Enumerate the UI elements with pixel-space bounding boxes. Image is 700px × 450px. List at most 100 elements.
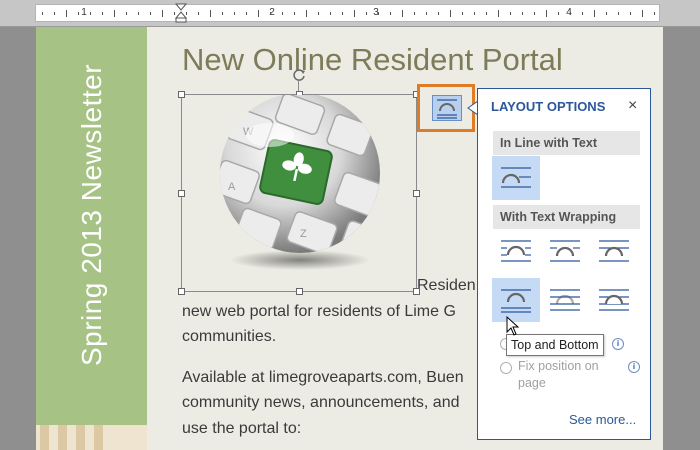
wrap-through-icon	[599, 240, 629, 262]
ruler-tick	[270, 12, 271, 15]
rotate-handle-icon[interactable]	[292, 68, 306, 82]
ruler-tick	[414, 12, 415, 15]
ruler-tick	[474, 12, 475, 15]
ruler-tick	[354, 10, 355, 17]
ruler-tick	[294, 12, 295, 15]
ruler-tick	[126, 12, 127, 15]
wrap-inline-icon	[501, 167, 531, 188]
ruler-tick	[78, 12, 79, 15]
resize-handle-left[interactable]	[178, 190, 185, 197]
resize-handle-bottom[interactable]	[296, 288, 303, 295]
ruler-tick	[246, 12, 247, 15]
paragraph-line[interactable]: use the portal to:	[182, 420, 301, 438]
resize-handle-top-left[interactable]	[178, 91, 185, 98]
ruler-tick	[198, 12, 199, 15]
ruler-tick	[90, 12, 91, 15]
ruler-tick	[162, 10, 163, 17]
ruler-tick	[654, 12, 655, 15]
wrap-tight-icon	[550, 240, 580, 262]
ruler-tick	[558, 12, 559, 15]
ruler-tick	[342, 12, 343, 15]
ruler-tick	[138, 12, 139, 15]
ruler-tick	[582, 12, 583, 15]
see-more-link[interactable]: See more...	[569, 412, 636, 427]
ruler-tick	[594, 10, 595, 17]
close-icon[interactable]: ×	[628, 97, 637, 115]
ruler-tick	[570, 12, 571, 15]
wrapping-section-header: With Text Wrapping	[493, 205, 640, 229]
wrap-behind-text-button[interactable]	[541, 278, 589, 322]
wrap-in-front-of-text-button[interactable]	[590, 278, 638, 322]
ruler-tick	[486, 12, 487, 15]
ruler-tick	[450, 10, 451, 17]
sidebar-vertical-title: Spring 2013 Newsletter	[76, 63, 107, 367]
sidebar-decoration	[36, 425, 147, 450]
ruler-tick	[210, 10, 211, 17]
ruler-tick	[642, 10, 643, 17]
tooltip: Top and Bottom	[506, 334, 604, 356]
resize-handle-right[interactable]	[413, 190, 420, 197]
ruler-tick	[630, 12, 631, 15]
paragraph-line[interactable]: Residen	[417, 277, 476, 295]
paragraph-line[interactable]: communities.	[182, 328, 276, 346]
fix-position-label[interactable]: Fix position on page	[518, 358, 618, 392]
ruler-tick	[522, 12, 523, 15]
ruler-number-2: 2	[269, 7, 275, 18]
paragraph-line[interactable]: community news, announcements, and	[182, 394, 459, 412]
ruler-tick	[66, 10, 67, 17]
ruler-tick	[330, 12, 331, 15]
indent-marker-icon[interactable]	[175, 3, 187, 23]
wrap-through-button[interactable]	[590, 229, 638, 273]
ruler-tick	[114, 10, 115, 17]
ruler-tick	[54, 12, 55, 15]
ruler-tick	[546, 10, 547, 17]
mouse-pointer-icon	[506, 316, 520, 336]
paragraph-line[interactable]: Available at limegroveaparts.com, Buen	[182, 369, 464, 387]
resize-handle-bottom-left[interactable]	[178, 288, 185, 295]
ruler-tick	[366, 12, 367, 15]
ruler-tick	[234, 12, 235, 15]
ruler-strip[interactable]: 1 2 3 4	[35, 4, 660, 22]
svg-text:Z: Z	[300, 228, 307, 240]
ruler-tick	[390, 12, 391, 15]
inline-section-header: In Line with Text	[493, 131, 640, 155]
ruler-tick	[606, 12, 607, 15]
ruler-tick	[306, 10, 307, 17]
page-title[interactable]: New Online Resident Portal	[182, 42, 563, 78]
ruler-tick	[222, 12, 223, 15]
ruler-tick	[42, 12, 43, 15]
ruler-tick	[150, 12, 151, 15]
paragraph-line[interactable]: new web portal for residents of Lime G	[182, 303, 456, 321]
svg-text:A: A	[228, 181, 236, 193]
resize-handle-bottom-right[interactable]	[413, 288, 420, 295]
ruler-tick	[258, 10, 259, 17]
ruler-tick	[282, 12, 283, 15]
horizontal-ruler[interactable]: 1 2 3 4	[0, 0, 700, 27]
keyboard-sphere-image[interactable]: W A Z	[208, 95, 398, 275]
fix-position-radio[interactable]	[500, 362, 512, 374]
wrap-square-icon	[501, 240, 531, 262]
info-icon[interactable]: i	[628, 361, 640, 373]
wrap-top-bottom-icon	[501, 289, 531, 313]
wrap-behind-icon	[550, 289, 580, 311]
layout-options-icon	[432, 95, 462, 121]
wrap-square-button[interactable]	[492, 229, 540, 273]
ruler-tick	[510, 12, 511, 15]
ruler-tick	[438, 12, 439, 15]
ruler-tick	[618, 12, 619, 15]
ruler-tick	[102, 12, 103, 15]
wrap-tight-button[interactable]	[541, 229, 589, 273]
ruler-number-4: 4	[566, 7, 572, 18]
ruler-tick	[498, 10, 499, 17]
ruler-number-1: 1	[81, 7, 87, 18]
panel-title: LAYOUT OPTIONS	[491, 99, 606, 114]
ruler-tick	[318, 12, 319, 15]
wrap-inline-with-text-button[interactable]	[492, 156, 540, 200]
wrap-in-front-icon	[599, 289, 629, 311]
ruler-tick	[534, 12, 535, 15]
ruler-number-3: 3	[373, 7, 379, 18]
info-icon[interactable]: i	[612, 338, 624, 350]
ruler-tick	[378, 12, 379, 15]
ruler-tick	[462, 12, 463, 15]
ruler-tick	[426, 12, 427, 15]
